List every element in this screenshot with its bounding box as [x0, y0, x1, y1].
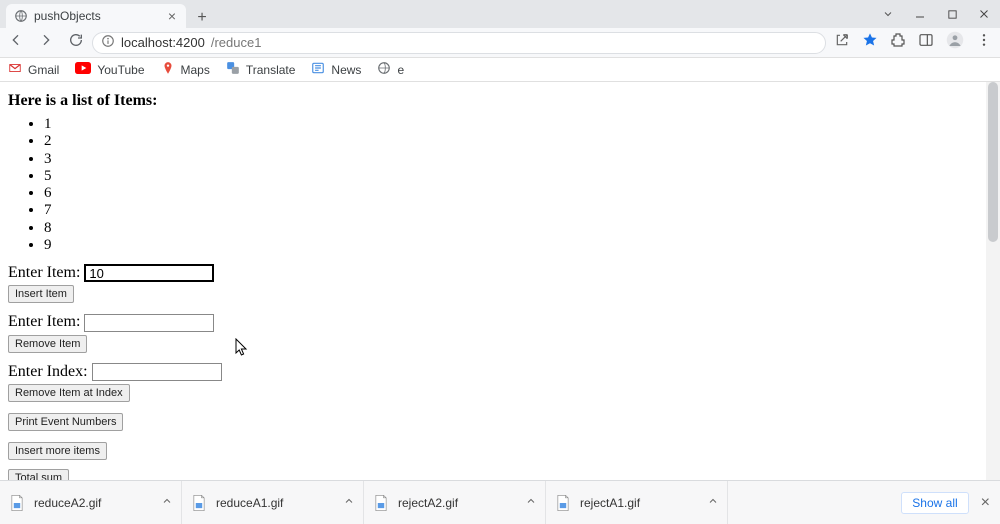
maximize-button[interactable]	[936, 0, 968, 28]
globe-icon	[14, 9, 28, 23]
url-input[interactable]: localhost:4200/reduce1	[92, 32, 826, 54]
enter-item-label-2: Enter Item:	[8, 313, 80, 330]
globe-icon	[377, 61, 391, 78]
total-sum-button[interactable]: Total sum	[8, 469, 69, 480]
download-filename: rejectA1.gif	[580, 496, 640, 510]
list-item: 8	[44, 220, 992, 237]
show-all-downloads-button[interactable]: Show all	[901, 492, 968, 514]
gmail-icon	[8, 61, 22, 78]
site-info-icon[interactable]	[101, 34, 115, 51]
url-path: /reduce1	[211, 35, 262, 50]
reload-button[interactable]	[68, 32, 84, 53]
share-icon[interactable]	[834, 32, 850, 53]
profile-icon[interactable]	[946, 31, 964, 54]
bookmark-youtube[interactable]: YouTube	[75, 62, 144, 77]
list-item: 7	[44, 202, 992, 219]
translate-icon	[226, 61, 240, 78]
chevron-up-icon[interactable]	[343, 495, 355, 510]
list-item: 1	[44, 116, 992, 133]
list-item: 5	[44, 168, 992, 185]
tab-title: pushObjects	[34, 9, 101, 23]
enter-item-label-1: Enter Item:	[8, 264, 80, 281]
scrollbar-thumb[interactable]	[988, 82, 998, 242]
download-filename: reduceA1.gif	[216, 496, 283, 510]
page-content: Here is a list of Items: 1 2 3 5 6 7 8 9…	[0, 82, 1000, 480]
new-tab-button[interactable]: +	[192, 8, 212, 28]
file-icon	[190, 494, 208, 512]
download-filename: reduceA2.gif	[34, 496, 101, 510]
bookmarks-bar: Gmail YouTube Maps Translate News e	[0, 58, 1000, 82]
download-filename: rejectA2.gif	[398, 496, 458, 510]
file-icon	[8, 494, 26, 512]
close-tab-icon[interactable]: ×	[168, 9, 176, 23]
list-item: 6	[44, 185, 992, 202]
close-shelf-button[interactable]: ×	[981, 494, 990, 512]
downloads-shelf: reduceA2.gif reduceA1.gif rejectA2.gif r…	[0, 480, 1000, 524]
vertical-scrollbar[interactable]	[986, 82, 1000, 480]
url-host: localhost:4200	[121, 35, 205, 50]
download-item[interactable]: rejectA2.gif	[364, 481, 546, 524]
news-icon	[311, 61, 325, 78]
file-icon	[372, 494, 390, 512]
insert-more-items-button[interactable]: Insert more items	[8, 442, 107, 460]
page-heading: Here is a list of Items:	[8, 92, 992, 110]
maps-icon	[161, 61, 175, 78]
enter-index-label: Enter Index:	[8, 363, 88, 380]
tab-active[interactable]: pushObjects ×	[6, 4, 186, 28]
extensions-icon[interactable]	[890, 32, 906, 53]
list-item: 9	[44, 237, 992, 254]
caret-down-icon[interactable]	[872, 0, 904, 28]
window-controls	[872, 0, 1000, 28]
remove-item-at-index-button[interactable]: Remove Item at Index	[8, 384, 130, 402]
enter-item-input-2[interactable]	[84, 314, 214, 332]
enter-index-input[interactable]	[92, 363, 222, 381]
kebab-menu-icon[interactable]	[976, 32, 992, 53]
sidepanel-icon[interactable]	[918, 32, 934, 53]
list-item: 3	[44, 151, 992, 168]
forward-button[interactable]	[38, 32, 54, 53]
list-item: 2	[44, 133, 992, 150]
bookmark-gmail[interactable]: Gmail	[8, 61, 59, 78]
items-list: 1 2 3 5 6 7 8 9	[8, 116, 992, 254]
bookmark-e[interactable]: e	[377, 61, 404, 78]
bookmark-maps[interactable]: Maps	[161, 61, 210, 78]
chevron-up-icon[interactable]	[707, 495, 719, 510]
remove-item-button[interactable]: Remove Item	[8, 335, 87, 353]
viewport: Here is a list of Items: 1 2 3 5 6 7 8 9…	[0, 82, 1000, 480]
address-bar: localhost:4200/reduce1	[0, 28, 1000, 58]
download-item[interactable]: reduceA2.gif	[0, 481, 182, 524]
download-item[interactable]: reduceA1.gif	[182, 481, 364, 524]
bookmark-star-icon[interactable]	[862, 32, 878, 53]
print-event-numbers-button[interactable]: Print Event Numbers	[8, 413, 123, 431]
chevron-up-icon[interactable]	[161, 495, 173, 510]
bookmark-translate[interactable]: Translate	[226, 61, 296, 78]
minimize-button[interactable]	[904, 0, 936, 28]
browser-window: pushObjects × + localhost:4200/reduce1	[0, 0, 1000, 524]
bookmark-news[interactable]: News	[311, 61, 361, 78]
download-item[interactable]: rejectA1.gif	[546, 481, 728, 524]
chevron-up-icon[interactable]	[525, 495, 537, 510]
youtube-icon	[75, 62, 91, 77]
close-window-button[interactable]	[968, 0, 1000, 28]
back-button[interactable]	[8, 32, 24, 53]
tab-strip: pushObjects × +	[0, 0, 1000, 28]
insert-item-button[interactable]: Insert Item	[8, 285, 74, 303]
file-icon	[554, 494, 572, 512]
enter-item-input-1[interactable]	[84, 264, 214, 282]
